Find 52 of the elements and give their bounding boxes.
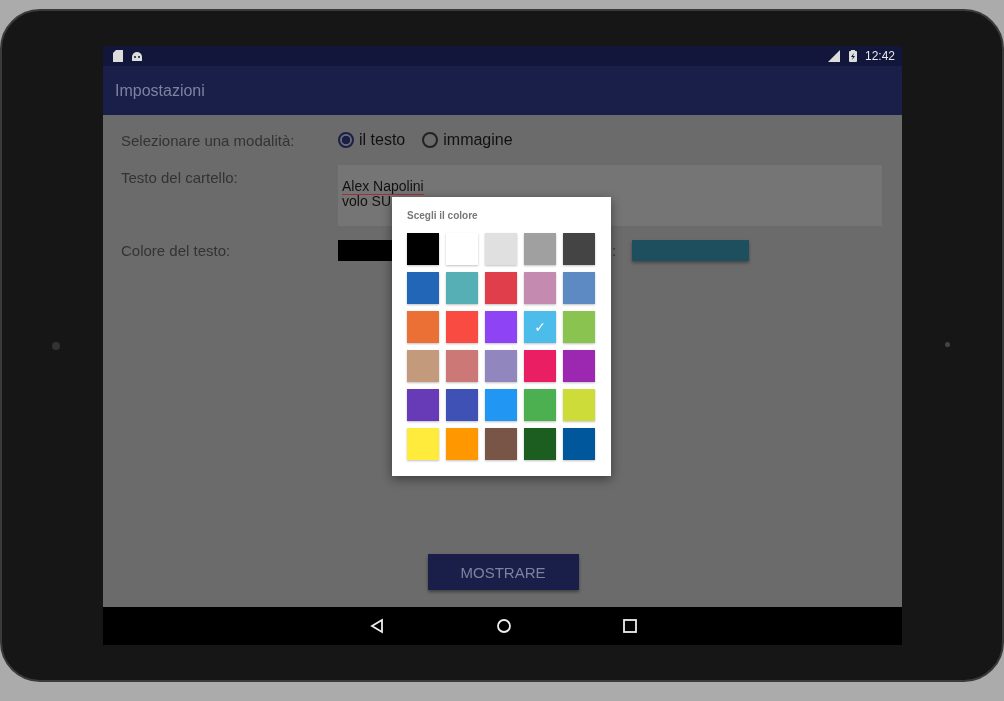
color-swatch[interactable] (485, 311, 517, 343)
color-swatch[interactable] (563, 311, 595, 343)
sensor-dot (945, 342, 950, 347)
color-swatch[interactable]: ✓ (524, 311, 556, 343)
dialog-title: Scegli il colore (407, 210, 479, 221)
color-swatch[interactable] (524, 389, 556, 421)
color-swatch[interactable] (485, 428, 517, 460)
color-swatch[interactable] (446, 233, 478, 265)
color-swatch[interactable] (524, 233, 556, 265)
color-swatch[interactable] (563, 428, 595, 460)
label-fragment: : (612, 241, 617, 259)
color-swatch[interactable] (563, 272, 595, 304)
radio-option[interactable]: immagine (422, 131, 513, 149)
sd-card-icon (113, 50, 123, 62)
color-swatch[interactable] (485, 233, 517, 265)
color-swatch[interactable] (446, 428, 478, 460)
back-icon[interactable] (368, 618, 385, 634)
recents-icon[interactable] (622, 619, 637, 633)
color-swatch[interactable] (407, 428, 439, 460)
color-swatch[interactable] (446, 272, 478, 304)
color-swatch[interactable] (407, 389, 439, 421)
color-swatch[interactable] (407, 311, 439, 343)
color-swatch[interactable] (446, 389, 478, 421)
app-title: Impostazioni (115, 81, 205, 100)
color-swatch[interactable] (524, 272, 556, 304)
check-mark: ✓ (534, 319, 546, 335)
color-swatch[interactable] (407, 233, 439, 265)
color-swatch[interactable] (485, 389, 517, 421)
background-color-swatch[interactable] (632, 239, 750, 261)
mode-label: Selezionare una modalità: (121, 131, 296, 149)
color-swatch[interactable] (446, 311, 478, 343)
text-color-label: Colore del testo: (121, 241, 232, 259)
color-swatch[interactable] (563, 233, 595, 265)
color-swatch[interactable] (446, 350, 478, 382)
home-icon[interactable] (495, 618, 512, 634)
radio-option[interactable]: il testo (338, 131, 406, 149)
color-swatch[interactable] (524, 350, 556, 382)
clock-time: 12:42 (864, 49, 895, 63)
color-swatch[interactable] (407, 350, 439, 382)
color-swatch[interactable] (563, 389, 595, 421)
camera-dot (52, 342, 60, 350)
signal-icon (826, 50, 841, 62)
android-icon (131, 50, 143, 62)
color-swatch[interactable] (524, 428, 556, 460)
show-button[interactable]: MOSTRARE (427, 554, 579, 590)
text-color-swatch[interactable] (338, 239, 392, 261)
color-swatch[interactable] (563, 350, 595, 382)
sign-text-label: Testo del cartello: (121, 168, 239, 188)
battery-icon (848, 50, 857, 62)
color-swatch[interactable] (407, 272, 439, 304)
color-swatch[interactable] (485, 272, 517, 304)
color-swatch[interactable] (485, 350, 517, 382)
